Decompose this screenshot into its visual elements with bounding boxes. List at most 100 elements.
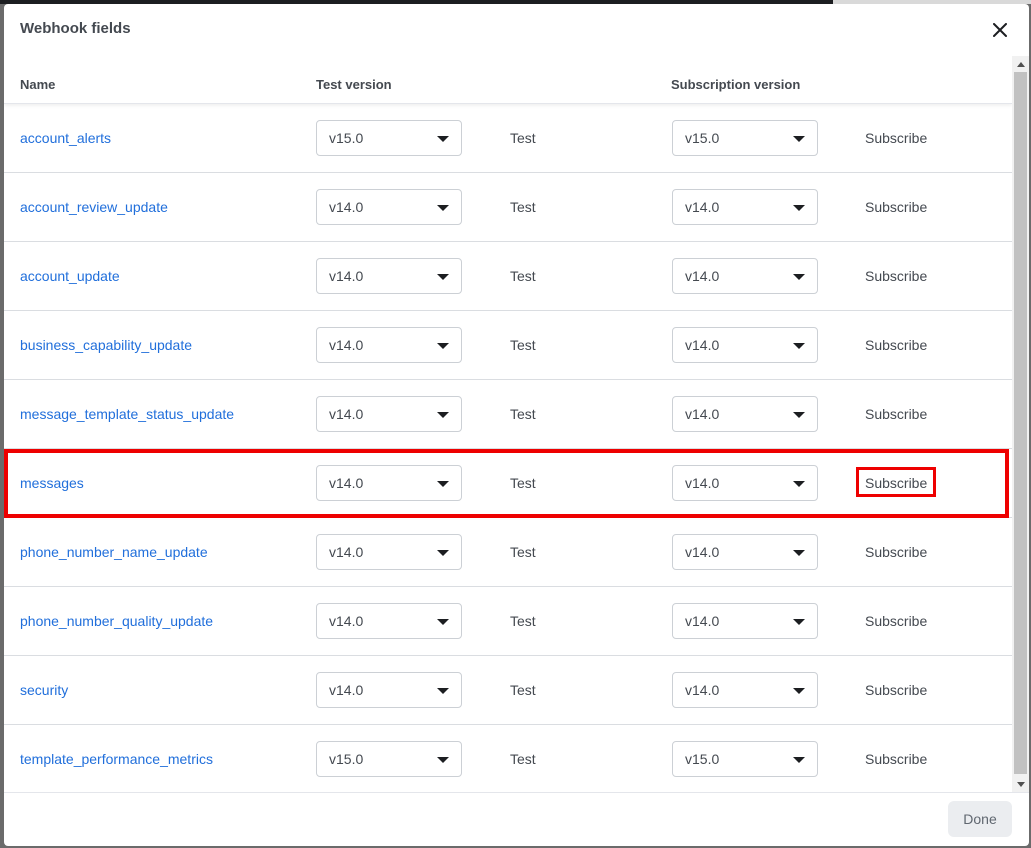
test-button[interactable]: Test <box>510 751 536 767</box>
test-button[interactable]: Test <box>510 337 536 353</box>
dialog-title: Webhook fields <box>20 20 131 37</box>
chevron-down-icon <box>793 757 805 763</box>
chevron-down-icon <box>793 550 805 556</box>
chevron-down-icon <box>793 205 805 211</box>
test-button[interactable]: Test <box>510 406 536 422</box>
test-version-value: v14.0 <box>329 613 364 629</box>
subscribe-button[interactable]: Subscribe <box>865 268 927 284</box>
subscription-version-select[interactable]: v14.0 <box>672 603 818 639</box>
subscription-version-select[interactable]: v14.0 <box>672 396 818 432</box>
chevron-down-icon <box>437 481 449 487</box>
field-name-link[interactable]: account_review_update <box>20 199 168 215</box>
table-row: messages v14.0 Test v14.0 Subscribe <box>4 449 1012 518</box>
field-name-link[interactable]: account_update <box>20 268 120 284</box>
test-button[interactable]: Test <box>510 682 536 698</box>
field-name-link[interactable]: security <box>20 682 68 698</box>
webhook-fields-table: Name Test version Subscription version a… <box>4 56 1012 792</box>
field-name-link[interactable]: message_template_status_update <box>20 406 234 422</box>
subscription-version-value: v14.0 <box>685 475 720 491</box>
chevron-down-icon <box>437 412 449 418</box>
subscribe-button[interactable]: Subscribe <box>865 337 927 353</box>
subscription-version-select[interactable]: v15.0 <box>672 741 818 777</box>
scroll-down-arrow-icon[interactable] <box>1017 782 1025 787</box>
field-name-link[interactable]: phone_number_quality_update <box>20 613 213 629</box>
field-name-link[interactable]: account_alerts <box>20 130 111 146</box>
test-version-select[interactable]: v14.0 <box>316 258 462 294</box>
subscription-version-value: v14.0 <box>685 268 720 284</box>
subscribe-button[interactable]: Subscribe <box>865 475 927 491</box>
test-button[interactable]: Test <box>510 544 536 560</box>
test-version-select[interactable]: v14.0 <box>316 603 462 639</box>
test-version-value: v14.0 <box>329 682 364 698</box>
test-version-select[interactable]: v14.0 <box>316 672 462 708</box>
subscription-version-select[interactable]: v14.0 <box>672 189 818 225</box>
field-name-link[interactable]: template_performance_metrics <box>20 751 213 767</box>
subscription-version-value: v14.0 <box>685 544 720 560</box>
subscription-version-value: v14.0 <box>685 337 720 353</box>
chevron-down-icon <box>437 205 449 211</box>
chevron-down-icon <box>437 550 449 556</box>
table-row: phone_number_name_update v14.0 Test v14.… <box>4 518 1012 587</box>
table-row: account_alerts v15.0 Test v15.0 Subscrib… <box>4 104 1012 173</box>
chevron-down-icon <box>793 619 805 625</box>
table-row: business_capability_update v14.0 Test v1… <box>4 311 1012 380</box>
table-row: account_review_update v14.0 Test v14.0 S… <box>4 173 1012 242</box>
subscription-version-select[interactable]: v14.0 <box>672 534 818 570</box>
subscription-version-select[interactable]: v14.0 <box>672 258 818 294</box>
subscription-version-value: v14.0 <box>685 406 720 422</box>
test-version-value: v14.0 <box>329 544 364 560</box>
test-version-value: v14.0 <box>329 406 364 422</box>
close-button[interactable] <box>988 18 1012 42</box>
chevron-down-icon <box>793 274 805 280</box>
test-version-select[interactable]: v14.0 <box>316 189 462 225</box>
field-name-link[interactable]: business_capability_update <box>20 337 192 353</box>
test-button[interactable]: Test <box>510 199 536 215</box>
close-icon <box>993 23 1007 37</box>
test-button[interactable]: Test <box>510 268 536 284</box>
column-header-name: Name <box>20 77 56 92</box>
test-version-select[interactable]: v15.0 <box>316 741 462 777</box>
test-version-select[interactable]: v14.0 <box>316 465 462 501</box>
chevron-down-icon <box>437 136 449 142</box>
chevron-down-icon <box>437 343 449 349</box>
subscription-version-value: v14.0 <box>685 682 720 698</box>
column-header-test-version: Test version <box>316 77 392 92</box>
test-version-value: v15.0 <box>329 130 364 146</box>
subscription-version-select[interactable]: v14.0 <box>672 465 818 501</box>
subscribe-button[interactable]: Subscribe <box>865 406 927 422</box>
subscribe-button[interactable]: Subscribe <box>865 613 927 629</box>
test-button[interactable]: Test <box>510 613 536 629</box>
subscribe-button[interactable]: Subscribe <box>865 682 927 698</box>
test-button[interactable]: Test <box>510 130 536 146</box>
test-version-select[interactable]: v14.0 <box>316 396 462 432</box>
subscribe-button[interactable]: Subscribe <box>865 544 927 560</box>
subscription-version-select[interactable]: v15.0 <box>672 120 818 156</box>
test-version-value: v15.0 <box>329 751 364 767</box>
test-version-select[interactable]: v14.0 <box>316 327 462 363</box>
chevron-down-icon <box>437 688 449 694</box>
scroll-up-arrow-icon[interactable] <box>1017 62 1025 67</box>
scrollbar-thumb[interactable] <box>1014 72 1027 774</box>
test-button[interactable]: Test <box>510 475 536 491</box>
subscribe-button[interactable]: Subscribe <box>865 130 927 146</box>
subscription-version-select[interactable]: v14.0 <box>672 672 818 708</box>
subscription-version-select[interactable]: v14.0 <box>672 327 818 363</box>
done-button[interactable]: Done <box>948 801 1012 837</box>
test-version-value: v14.0 <box>329 268 364 284</box>
subscribe-button[interactable]: Subscribe <box>865 199 927 215</box>
chevron-down-icon <box>437 619 449 625</box>
column-header-subscription-version: Subscription version <box>671 77 801 92</box>
test-version-select[interactable]: v14.0 <box>316 534 462 570</box>
chevron-down-icon <box>793 688 805 694</box>
table-row: account_update v14.0 Test v14.0 Subscrib… <box>4 242 1012 311</box>
field-name-link[interactable]: messages <box>20 475 84 491</box>
subscribe-button[interactable]: Subscribe <box>865 751 927 767</box>
test-version-select[interactable]: v15.0 <box>316 120 462 156</box>
field-name-link[interactable]: phone_number_name_update <box>20 544 208 560</box>
chevron-down-icon <box>437 274 449 280</box>
subscription-version-value: v14.0 <box>685 613 720 629</box>
test-version-value: v14.0 <box>329 475 364 491</box>
vertical-scrollbar[interactable] <box>1012 56 1029 792</box>
table-row: template_performance_metrics v15.0 Test … <box>4 725 1012 792</box>
subscription-version-value: v15.0 <box>685 130 720 146</box>
